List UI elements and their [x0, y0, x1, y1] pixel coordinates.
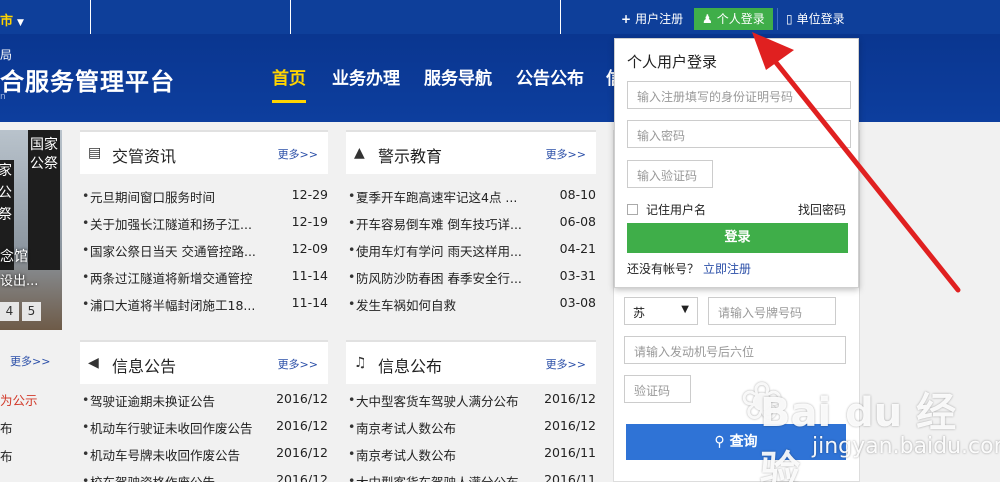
city-selector[interactable]: 市 ▼ — [0, 10, 24, 29]
no-account-text: 还没有帐号？ — [627, 262, 700, 276]
plate-number-input[interactable]: 请输入号牌号码 — [708, 297, 836, 325]
id-number-input[interactable]: 输入注册填写的身份证明号码 — [627, 81, 851, 109]
org-name: 局 — [0, 48, 13, 62]
caret-down-icon: ▼ — [17, 18, 24, 28]
list-item[interactable]: • 机动车行驶证未收回作废公告 2016/12 — [80, 413, 328, 440]
news-carousel[interactable]: 家公祭 国家公祭 念馆 设出... 4 5 — [0, 130, 62, 330]
info-more-link[interactable]: 更多>> — [546, 356, 586, 372]
list-item[interactable]: • 关于加强长江隧道和扬子江... 12-19 — [80, 209, 328, 236]
info-panel-title: 信息公布 — [378, 357, 443, 376]
personal-login-link[interactable]: ♟ 个人登录 — [694, 8, 773, 30]
province-select[interactable]: 苏 ▼ — [624, 297, 698, 325]
nav-business[interactable]: 业务办理 — [332, 64, 400, 89]
register-link[interactable]: + 用户注册 — [613, 8, 691, 30]
news-panel-title: 交管资讯 — [112, 147, 177, 166]
news-panel: ▤ 交管资讯 更多>> • 元旦期间窗口服务时间 12-29 • 关于加强长江隧道和扬… — [80, 130, 328, 328]
list-item[interactable]: • 元旦期间窗口服务时间 12-29 — [80, 182, 328, 209]
news-more-link[interactable]: 更多>> — [278, 146, 318, 162]
warning-panel: ▲ 警示教育 更多>> • 夏季开车跑高速牢记这4点 ... 08-10 • 开车容易… — [346, 130, 596, 328]
list-item[interactable]: • 浦口大道将半幅封闭施工18... 11-14 — [80, 290, 328, 317]
top-bar: 市 ▼ + 用户注册 ♟ 个人登录 ▯ 单位登录 — [0, 0, 1000, 34]
user-icon: ♟ — [702, 12, 713, 26]
plus-icon: + — [621, 12, 632, 26]
megaphone-icon: ◀ — [88, 355, 99, 371]
bell-icon: ♫ — [354, 355, 367, 371]
site-title: 合服务管理平台 — [0, 68, 175, 96]
engine-number-input[interactable]: 请输入发动机号后六位 — [624, 336, 846, 364]
popup-title: 个人用户登录 — [627, 53, 718, 71]
nav-home[interactable]: 首页 — [272, 64, 306, 103]
city-label: 市 — [0, 14, 14, 29]
notice-more-link[interactable]: 更多>> — [278, 356, 318, 372]
warning-icon: ▲ — [354, 145, 365, 161]
carousel-page-4[interactable]: 4 — [0, 302, 19, 321]
carousel-page-5[interactable]: 5 — [22, 302, 41, 321]
divider — [90, 0, 91, 34]
warning-more-link[interactable]: 更多>> — [546, 146, 586, 162]
warning-panel-header: ▲ 警示教育 更多>> — [346, 130, 596, 174]
warning-panel-title: 警示教育 — [378, 147, 443, 166]
caret-down-icon: ▼ — [681, 304, 689, 315]
personal-login-label: 个人登录 — [716, 12, 765, 26]
carousel-pager: 4 5 — [0, 302, 41, 321]
list-item[interactable]: • 大中型客货车驾驶人满分公布 2016/12 — [346, 386, 596, 413]
info-panel: ♫ 信息公布 更多>> • 大中型客货车驾驶人满分公布 2016/12 • 南京考试人… — [346, 340, 596, 482]
watermark-brand: Bai du 经验 — [760, 390, 957, 482]
left-more-link[interactable]: 更多>> — [10, 353, 50, 369]
register-prompt: 还没有帐号？ 立即注册 — [627, 260, 751, 277]
carousel-caption: 念馆 — [0, 249, 28, 265]
notice-panel-header: ◀ 信息公告 更多>> — [80, 340, 328, 384]
register-link-label: 用户注册 — [635, 12, 684, 26]
news-panel-header: ▤ 交管资讯 更多>> — [80, 130, 328, 174]
list-item[interactable]: • 机动车号牌未收回作废公告 2016/12 — [80, 440, 328, 467]
building-icon: ▯ — [786, 12, 793, 26]
list-item[interactable]: 为公示 — [0, 390, 38, 409]
nav-announcements[interactable]: 公告公布 — [516, 64, 584, 89]
notice-panel-title: 信息公告 — [112, 357, 177, 376]
list-item[interactable]: • 两条过江隧道将新增交通管控 11-14 — [80, 263, 328, 290]
login-button[interactable]: 登录 — [627, 223, 848, 253]
list-item[interactable]: • 防风防沙防春困 春季安全行... 03-31 — [346, 263, 596, 290]
divider — [560, 0, 561, 34]
list-item[interactable]: • 夏季开车跑高速牢记这4点 ... 08-10 — [346, 182, 596, 209]
list-item[interactable]: • 开车容易倒车难 倒车技巧详... 06-08 — [346, 209, 596, 236]
notice-panel: ◀ 信息公告 更多>> • 驾驶证逾期未换证公告 2016/12 • 机动车行驶证未收… — [80, 340, 328, 482]
carousel-caption-2: 设出... — [0, 274, 39, 289]
captcha-input[interactable]: 输入验证码 — [627, 160, 713, 188]
remember-checkbox[interactable] — [627, 204, 638, 215]
list-item[interactable]: • 南京考试人数公布 2016/12 — [346, 413, 596, 440]
register-now-link[interactable]: 立即注册 — [703, 262, 751, 276]
province-value: 苏 — [633, 306, 646, 320]
search-icon: ⚲ — [714, 434, 730, 450]
list-item[interactable]: 布 — [0, 446, 13, 465]
personal-login-popup: 个人用户登录 输入注册填写的身份证明号码 输入密码 输入验证码 记住用户名 找回… — [614, 38, 859, 288]
info-panel-header: ♫ 信息公布 更多>> — [346, 340, 596, 384]
list-item[interactable]: • 驾驶证逾期未换证公告 2016/12 — [80, 386, 328, 413]
list-item[interactable]: • 发生车祸如何自救 03-08 — [346, 290, 596, 317]
remember-label: 记住用户名 — [646, 203, 707, 217]
list-item[interactable]: 布 — [0, 418, 13, 437]
news-icon: ▤ — [88, 145, 102, 161]
nav-service-guide[interactable]: 服务导航 — [424, 64, 492, 89]
list-item[interactable]: • 使用车灯有学问 雨天这样用... 04-21 — [346, 236, 596, 263]
password-input[interactable]: 输入密码 — [627, 120, 851, 148]
list-item[interactable]: •校车驾驶资格作废公告2016/12 — [80, 467, 328, 482]
list-item[interactable]: • 南京考试人数公布 2016/11 — [346, 440, 596, 467]
site-subtitle: n — [0, 92, 6, 102]
list-item[interactable]: • 国家公祭日当天 交通管控路... 12-09 — [80, 236, 328, 263]
forgot-password-link[interactable]: 找回密码 — [798, 201, 846, 218]
remember-username[interactable]: 记住用户名 — [627, 201, 706, 218]
watermark-url: jingyan.baidu.com — [812, 434, 1000, 459]
query-captcha-input[interactable]: 验证码 — [624, 375, 691, 403]
baidu-watermark: ❀ Bai du 经验 jingyan.baidu.com — [740, 372, 1000, 482]
unit-login-label: 单位登录 — [796, 12, 845, 26]
list-item[interactable]: •大中型客货车驾驶人满分公布2016/11 — [346, 467, 596, 482]
divider — [290, 0, 291, 34]
unit-login-link[interactable]: ▯ 单位登录 — [777, 8, 853, 30]
